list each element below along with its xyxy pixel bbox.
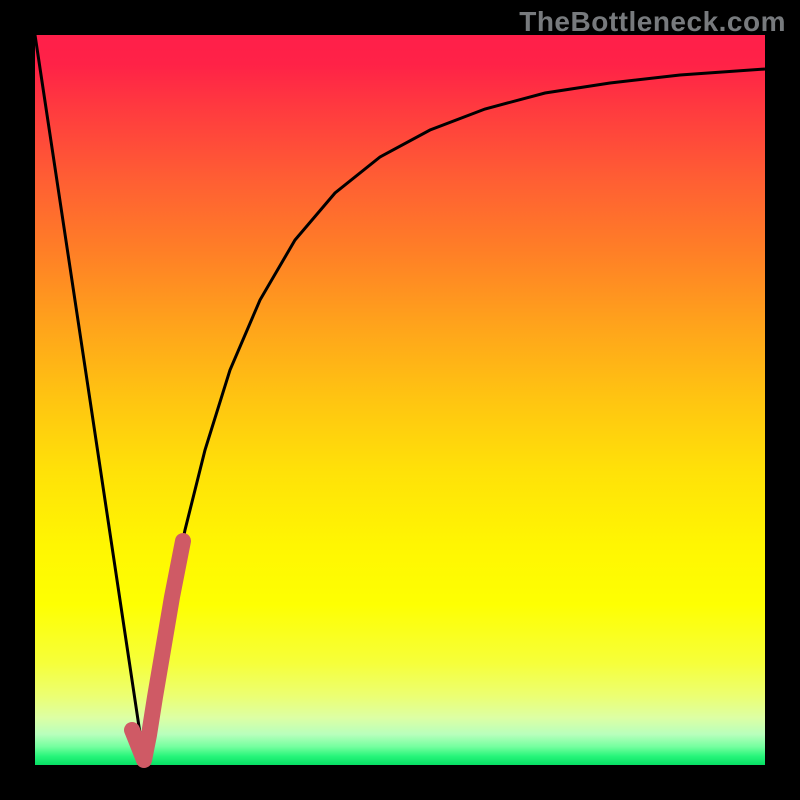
watermark-text: TheBottleneck.com	[519, 6, 786, 38]
chart-frame: TheBottleneck.com	[0, 0, 800, 800]
bottleneck-chart	[0, 0, 800, 800]
